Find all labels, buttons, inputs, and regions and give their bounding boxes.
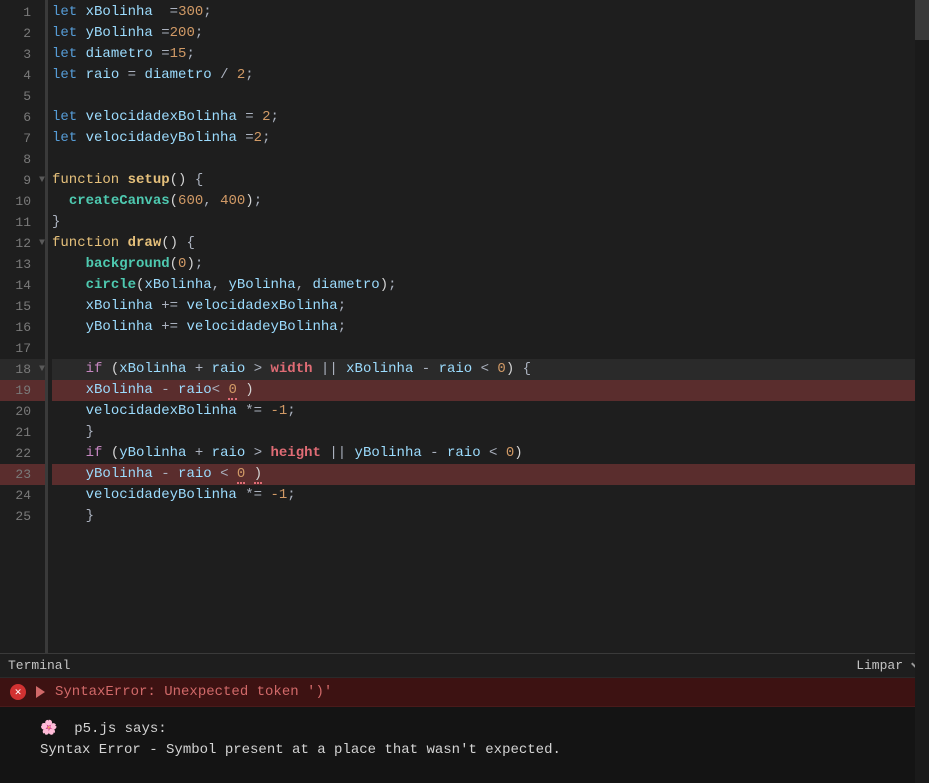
code-line[interactable]: } xyxy=(52,212,929,233)
terminal-clear-button[interactable]: Limpar xyxy=(856,658,903,673)
code-line[interactable]: if (yBolinha + raio > height || yBolinha… xyxy=(52,443,929,464)
terminal-error-banner[interactable]: ✕ SyntaxError: Unexpected token ')' xyxy=(0,678,929,707)
code-line[interactable] xyxy=(52,149,929,170)
line-number[interactable]: 24 xyxy=(0,485,45,506)
terminal-body[interactable]: ✕ SyntaxError: Unexpected token ')' 🌸 p5… xyxy=(0,678,929,783)
line-number[interactable]: 11 xyxy=(0,212,45,233)
line-number[interactable]: 12▼ xyxy=(0,233,45,254)
code-line-error[interactable]: xBolinha - raio< 0 ) xyxy=(52,380,929,401)
code-line[interactable]: let xBolinha =300; xyxy=(52,2,929,23)
line-number[interactable]: 23 xyxy=(0,464,45,485)
code-line-error[interactable]: yBolinha - raio < 0 ) xyxy=(52,464,929,485)
line-number[interactable]: 3 xyxy=(0,44,45,65)
code-line[interactable]: velocidadeyBolinha *= -1; xyxy=(52,485,929,506)
line-number[interactable]: 15 xyxy=(0,296,45,317)
line-number[interactable]: 13 xyxy=(0,254,45,275)
play-icon xyxy=(36,686,45,698)
line-number[interactable]: 7 xyxy=(0,128,45,149)
line-number[interactable]: 8 xyxy=(0,149,45,170)
terminal-message-line: Syntax Error - Symbol present at a place… xyxy=(40,740,889,761)
editor-area: 1 2 3 4 5 6 7 8 9▼ 10 11 12▼ 13 14 15 16… xyxy=(0,0,929,653)
line-number[interactable]: 25 xyxy=(0,506,45,527)
line-number[interactable]: 5 xyxy=(0,86,45,107)
code-line[interactable]: } xyxy=(52,506,929,527)
line-number[interactable]: 6 xyxy=(0,107,45,128)
code-line[interactable]: let velocidadeyBolinha =2; xyxy=(52,128,929,149)
code-line[interactable]: velocidadexBolinha *= -1; xyxy=(52,401,929,422)
code-text-area[interactable]: let xBolinha =300; let yBolinha =200; le… xyxy=(48,0,929,653)
fold-marker-icon[interactable]: ▼ xyxy=(39,359,45,380)
fold-marker-icon[interactable]: ▼ xyxy=(39,170,45,191)
line-number[interactable]: 9▼ xyxy=(0,170,45,191)
line-number[interactable]: 19 xyxy=(0,380,45,401)
code-line[interactable] xyxy=(52,86,929,107)
line-number[interactable]: 18▼ xyxy=(0,359,45,380)
code-line[interactable]: function setup() { xyxy=(52,170,929,191)
code-line[interactable]: function draw() { xyxy=(52,233,929,254)
code-line[interactable]: yBolinha += velocidadeyBolinha; xyxy=(52,317,929,338)
line-number[interactable]: 17 xyxy=(0,338,45,359)
terminal-error-text: SyntaxError: Unexpected token ')' xyxy=(55,684,332,700)
fold-marker-icon[interactable]: ▼ xyxy=(39,233,45,254)
line-number[interactable]: 4 xyxy=(0,65,45,86)
code-line[interactable]: let velocidadexBolinha = 2; xyxy=(52,107,929,128)
code-line[interactable] xyxy=(52,338,929,359)
code-line[interactable]: if (xBolinha + raio > width || xBolinha … xyxy=(52,359,929,380)
code-line[interactable]: createCanvas(600, 400); xyxy=(52,191,929,212)
line-number[interactable]: 22 xyxy=(0,443,45,464)
scrollbar[interactable] xyxy=(915,678,929,783)
line-number[interactable]: 20 xyxy=(0,401,45,422)
code-line[interactable]: xBolinha += velocidadexBolinha; xyxy=(52,296,929,317)
code-line[interactable]: background(0); xyxy=(52,254,929,275)
line-number[interactable]: 16 xyxy=(0,317,45,338)
code-line[interactable]: let diametro =15; xyxy=(52,44,929,65)
line-number-gutter: 1 2 3 4 5 6 7 8 9▼ 10 11 12▼ 13 14 15 16… xyxy=(0,0,48,653)
terminal-panel: Terminal Limpar ✕ SyntaxError: Unexpecte… xyxy=(0,653,929,783)
terminal-title: Terminal xyxy=(8,658,70,673)
error-icon: ✕ xyxy=(10,684,26,700)
code-line[interactable]: let raio = diametro / 2; xyxy=(52,65,929,86)
line-number[interactable]: 21 xyxy=(0,422,45,443)
terminal-message-line: 🌸 p5.js says: xyxy=(40,719,889,740)
terminal-header: Terminal Limpar xyxy=(0,654,929,678)
code-line[interactable]: let yBolinha =200; xyxy=(52,23,929,44)
line-number[interactable]: 14 xyxy=(0,275,45,296)
code-line[interactable]: circle(xBolinha, yBolinha, diametro); xyxy=(52,275,929,296)
line-number[interactable]: 10 xyxy=(0,191,45,212)
line-number[interactable]: 1 xyxy=(0,2,45,23)
code-line[interactable]: } xyxy=(52,422,929,443)
line-number[interactable]: 2 xyxy=(0,23,45,44)
terminal-messages: 🌸 p5.js says: Syntax Error - Symbol pres… xyxy=(0,707,929,769)
